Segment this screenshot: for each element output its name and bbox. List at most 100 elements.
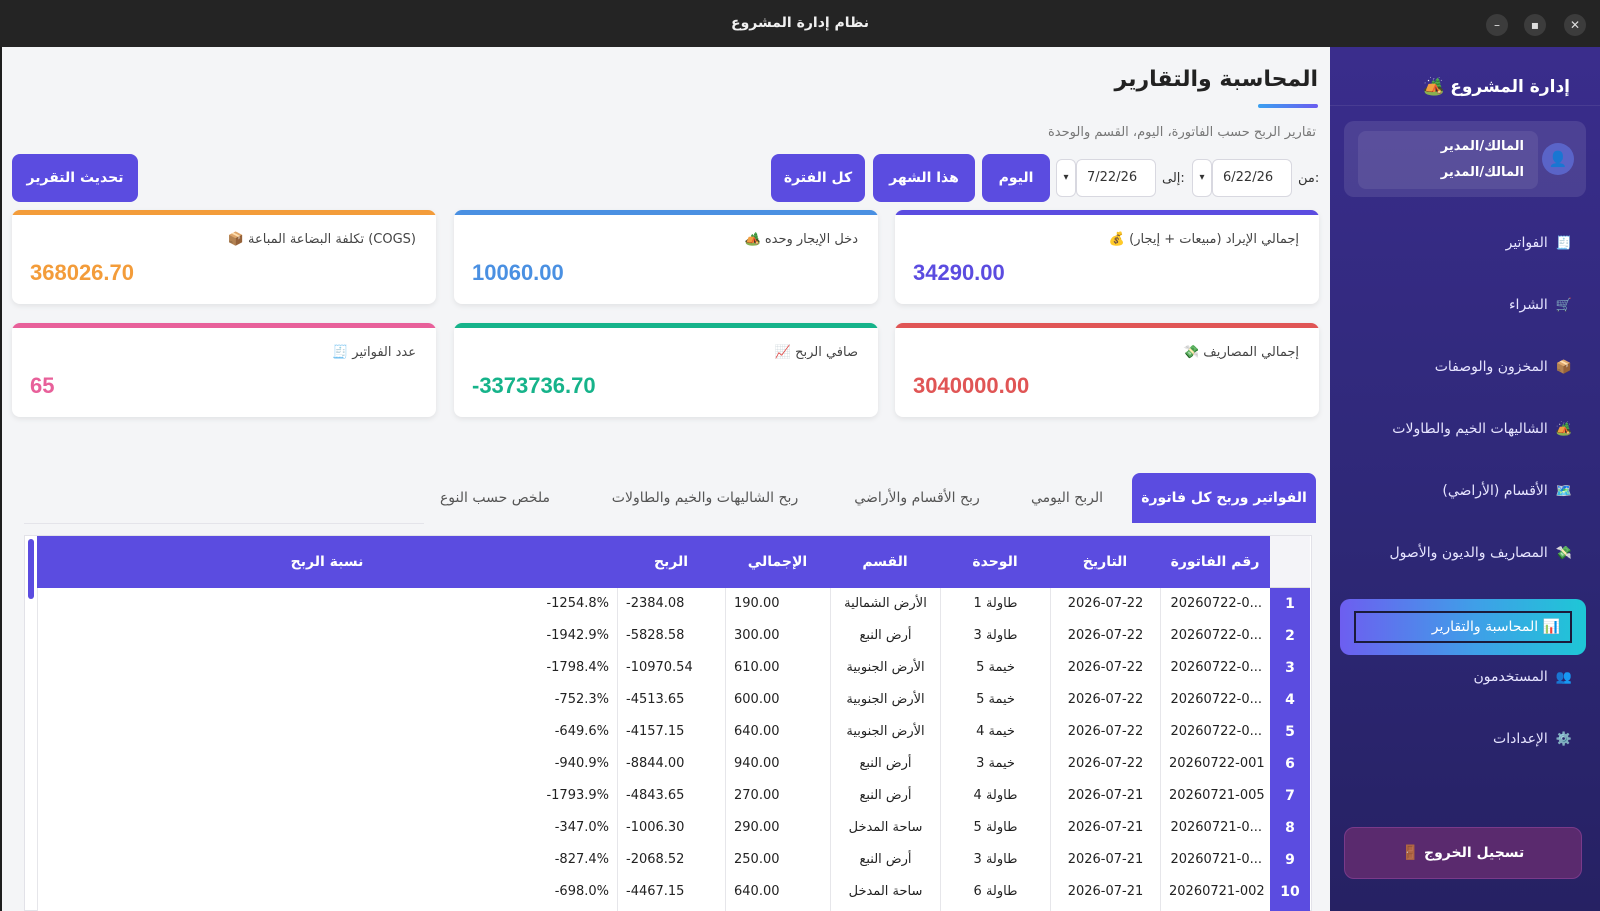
card-label: 📦 تكلفة البضاعة المباعة (COGS)	[227, 232, 416, 247]
table-row[interactable]: 20260721-0... 2026-07-21 طاولة 5 ساحة المدخ…	[37, 812, 1310, 845]
cell-total: 250.00	[725, 844, 830, 876]
all-period-button[interactable]: كل الفترة	[771, 154, 865, 202]
user-info: المالك/المدير المالك/المدير	[1358, 131, 1538, 189]
table-row[interactable]: 20260722-0... 2026-07-22 خيمة 5 الأرض الجنو…	[37, 684, 1310, 717]
cell-profit-ratio: -1798.4%	[37, 652, 617, 684]
maximize-icon[interactable]: ▪	[1524, 14, 1546, 36]
card-accent-bar	[895, 210, 1319, 215]
table-row[interactable]: 20260721-005 2026-07-21 طاولة 4 أرض النبع 27…	[37, 780, 1310, 813]
from-date-field[interactable]: 6/22/26	[1212, 159, 1292, 197]
col-profit-ratio[interactable]: نسبة الربح	[37, 536, 617, 588]
cell-date: 2026-07-22	[1050, 620, 1160, 652]
tab-units-profit[interactable]: ربح الشاليهات والخيم والطاولات	[580, 473, 830, 523]
table-row[interactable]: 20260722-0... 2026-07-22 طاولة 1 الأرض الشم…	[37, 588, 1310, 621]
cell-unit: خيمة 5	[940, 684, 1050, 716]
cell-profit-ratio: -1942.9%	[37, 620, 617, 652]
this-month-button[interactable]: هذا الشهر	[873, 154, 975, 202]
col-unit[interactable]: الوحدة	[940, 536, 1050, 588]
cell-unit: طاولة 3	[940, 844, 1050, 876]
card-rental-income: 🏕️ دخل الإيجار وحده 10060.00	[454, 210, 878, 304]
cell-unit: خيمة 3	[940, 748, 1050, 780]
col-total[interactable]: الإجمالي	[725, 536, 830, 588]
row-number: 3	[1270, 652, 1310, 685]
card-cogs: 📦 تكلفة البضاعة المباعة (COGS) 368026.70	[12, 210, 436, 304]
cell-date: 2026-07-22	[1050, 684, 1160, 716]
from-date-dropdown-icon[interactable]: ▾	[1192, 159, 1212, 197]
cell-profit-ratio: -698.0%	[37, 876, 617, 908]
card-accent-bar	[454, 323, 878, 328]
sidebar-item-accounting[interactable]: المحاسبة والتقارير 📊	[1340, 599, 1586, 655]
cell-profit-ratio: -1254.8%	[37, 588, 617, 620]
sidebar-item-purchases[interactable]: الشراء 🛒	[1509, 297, 1572, 313]
sidebar-item-label: الشراء	[1508, 297, 1548, 313]
cell-unit: خيمة 5	[940, 652, 1050, 684]
cell-section: أرض النبع	[830, 748, 940, 780]
cell-profit: -10970.54	[617, 652, 725, 684]
cell-invoice-number: 20260722-0...	[1160, 684, 1270, 716]
to-date-dropdown-icon[interactable]: ▾	[1056, 159, 1076, 197]
table-row[interactable]: 20260722-001 2026-07-22 خيمة 3 أرض النبع 940…	[37, 748, 1310, 781]
user-role: المالك/المدير	[1440, 165, 1524, 180]
sidebar-item-sections[interactable]: الأقسام (الأراضي) 🗺️	[1442, 483, 1572, 499]
cell-total: 600.00	[725, 684, 830, 716]
sidebar-item-inventory[interactable]: المخزون والوصفات 📦	[1435, 359, 1572, 375]
col-date[interactable]: التاريخ	[1050, 536, 1160, 588]
col-section[interactable]: القسم	[830, 536, 940, 588]
row-number: 4	[1270, 684, 1310, 717]
col-invoice-number[interactable]: رقم الفاتورة	[1160, 536, 1270, 588]
box-icon: 📦	[1555, 360, 1572, 375]
cell-date: 2026-07-22	[1050, 652, 1160, 684]
tab-sections-profit[interactable]: ربح الأقسام والأراضي	[832, 473, 1002, 523]
sidebar-item-invoices[interactable]: الفواتير 🧾	[1506, 235, 1572, 251]
minimize-icon[interactable]: –	[1486, 14, 1508, 36]
card-label: 💸 إجمالي المصاريف	[1182, 345, 1299, 360]
sidebar-item-expenses[interactable]: المصاريف والديون والأصول 💸	[1390, 545, 1573, 561]
col-profit[interactable]: الربح	[617, 536, 725, 588]
page-subtitle: تقارير الربح حسب الفاتورة، اليوم، القسم …	[1048, 125, 1316, 140]
sidebar-item-settings[interactable]: الإعدادات ⚙️	[1493, 731, 1572, 747]
cell-profit: -4157.15	[617, 716, 725, 748]
card-total-expenses: 💸 إجمالي المصاريف 3040000.00	[895, 323, 1319, 417]
close-icon[interactable]: ✕	[1564, 14, 1586, 36]
table-row[interactable]: 20260721-002 2026-07-21 طاولة 6 ساحة المدخل…	[37, 876, 1310, 909]
row-number: 10	[1270, 876, 1310, 909]
tab-daily-profit[interactable]: الربح اليومي	[1002, 473, 1132, 523]
sidebar-item-units[interactable]: الشاليهات الخيم والطاولات 🏕️	[1392, 421, 1572, 437]
cell-unit: طاولة 1	[940, 588, 1050, 620]
cell-invoice-number: 20260722-0...	[1160, 716, 1270, 748]
card-label: 💰 إجمالي الإيراد (مبيعات + إيجار)	[1108, 232, 1299, 247]
cell-section: الأرض الشمالية	[830, 588, 940, 620]
money-icon: 💸	[1555, 546, 1572, 561]
from-label: من:	[1298, 171, 1320, 186]
sidebar-item-label: الأقسام (الأراضي)	[1442, 483, 1548, 499]
card-label: 🧾 عدد الفواتير	[331, 345, 416, 360]
card-value: -3373736.70	[472, 373, 596, 398]
tab-summary-by-type[interactable]: ملخص حسب النوع	[410, 473, 580, 523]
card-label: 📈 صافي الربح	[774, 345, 858, 360]
tab-invoices-profit[interactable]: الفواتير وربح كل فاتورة	[1132, 473, 1316, 523]
sidebar-item-label: المخزون والوصفات	[1434, 359, 1548, 375]
table-row[interactable]: 20260722-0... 2026-07-22 خيمة 5 الأرض الجنو…	[37, 652, 1310, 685]
cell-invoice-number: 20260721-002	[1160, 876, 1270, 908]
cell-profit-ratio: -827.4%	[37, 844, 617, 876]
sidebar-item-active-box: المحاسبة والتقارير 📊	[1354, 611, 1572, 643]
table-row[interactable]: 20260721-0... 2026-07-21 طاولة 3 أرض النبع 2…	[37, 844, 1310, 877]
cell-date: 2026-07-21	[1050, 876, 1160, 908]
sidebar-brand: 🏕️ إدارة المشروع	[1423, 77, 1570, 97]
refresh-report-button[interactable]: تحديث التقرير	[12, 154, 138, 202]
sidebar-item-label: الإعدادات	[1493, 731, 1548, 747]
table-scrollbar[interactable]	[28, 539, 34, 599]
avatar: 👤	[1542, 143, 1574, 175]
row-number: 8	[1270, 812, 1310, 845]
today-button[interactable]: اليوم	[982, 154, 1050, 202]
to-date-field[interactable]: 7/22/26	[1076, 159, 1156, 197]
cell-total: 940.00	[725, 748, 830, 780]
logout-button[interactable]: 🚪 تسجيل الخروج	[1344, 827, 1582, 879]
chart-icon: 📊	[1542, 619, 1560, 635]
sidebar-item-users[interactable]: المستخدمون 👥	[1473, 669, 1572, 685]
table-row[interactable]: 20260722-0... 2026-07-22 خيمة 4 الأرض الجنو…	[37, 716, 1310, 749]
row-number: 5	[1270, 716, 1310, 749]
table-row[interactable]: 20260722-0... 2026-07-22 طاولة 3 أرض النبع 3…	[37, 620, 1310, 653]
cell-profit: -4467.15	[617, 876, 725, 908]
sidebar-item-label: المستخدمون	[1473, 669, 1548, 685]
